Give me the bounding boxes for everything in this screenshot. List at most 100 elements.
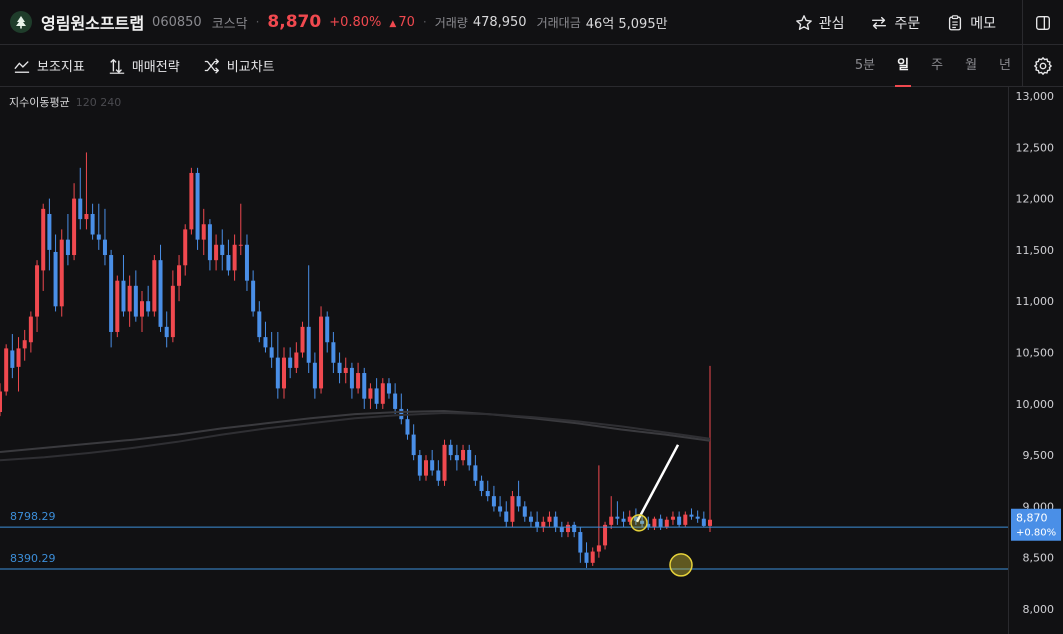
candle-body [0,391,2,413]
candle-body [708,519,712,526]
candle-body [356,373,361,389]
candle-body [183,229,188,266]
volume-value: 478,950 [472,14,527,30]
strategy-button[interactable]: 매매전략 [108,56,180,75]
trend-line-icon [14,60,30,73]
crossing-arrows-icon [204,57,219,74]
stock-name: 영림원소프트랩 [41,14,145,33]
candle-body [695,516,700,519]
chart-canvas[interactable]: 13,000 12,500 12,000 11,500 11,000 10,500 10,0… [0,87,1063,634]
candle-body [504,511,509,522]
y-tick-label: 11,000 [1016,295,1055,308]
period-selector: 5분 일 주 월 년 [833,45,1011,87]
cursor-highlight-circle [630,514,648,532]
candle-body [578,532,583,553]
stock-code: 060850 [152,14,202,30]
compare-button[interactable]: 비교차트 [203,56,275,75]
y-tick-label: 13,000 [1016,90,1055,103]
swap-arrows-icon [872,16,887,29]
watch-button[interactable]: 관심 [795,13,844,33]
candle-body [621,518,626,522]
candle-body [102,239,107,256]
candle-body [417,455,422,476]
candle-body [35,265,40,317]
star-icon [795,14,812,30]
up-down-arrows-icon [109,58,125,74]
candle-body [362,373,367,399]
y-tick-label: 10,500 [1016,347,1055,360]
candle-body [461,449,466,461]
indicator-name: 지수이동평균 [9,96,70,109]
company-logo-icon [10,11,32,33]
period-tab-week[interactable]: 주 [931,45,943,87]
candle-body [189,172,194,230]
candle-body [337,362,342,374]
y-tick-label: 12,000 [1016,193,1055,206]
candle-body [152,260,157,312]
candle-body [331,342,336,363]
candle-body [226,255,231,271]
chart-toolbar: 보조지표 매매전략 비교차트 5분 일 주 월 년 [0,45,1063,87]
candle-body [41,208,46,271]
y-tick-label: 8,500 [1023,552,1055,565]
candle-body [343,367,348,374]
candle-body [498,506,503,512]
candle-body [207,224,212,261]
candle-body [164,326,169,338]
candle-body [158,260,163,327]
candle-body [78,198,83,220]
candle-body [4,348,9,392]
cursor-highlight-circle [669,553,693,577]
candle-body [553,516,558,527]
candle-body [275,357,280,389]
indicator-legend[interactable]: 지수이동평균 120 240 [9,94,121,110]
candle-body [306,326,311,363]
level-label: 8390.29 [10,552,56,565]
candle-body [572,524,577,533]
candle-body [664,519,669,527]
candlestick-chart[interactable]: 13,000 12,500 12,000 11,500 11,000 10,500 10,0… [0,87,1063,634]
candle-body [541,521,546,527]
candle-body [424,460,428,476]
y-tick-label: 11,500 [1016,244,1055,257]
separator-dot: · [255,15,260,29]
candle-body [528,516,533,522]
candle-body [535,521,540,527]
header-actions: 관심 주문 메모 [795,0,1063,45]
indicators-button[interactable]: 보조지표 [13,56,85,75]
order-button[interactable]: 주문 [870,13,920,33]
price-tag-value: 8,870 [1016,512,1048,525]
chart-settings-button[interactable] [1022,45,1063,87]
price-tag-change: +0.80% [1016,528,1056,539]
period-tab-year[interactable]: 년 [999,45,1011,87]
stock-chart-app: 영림원소프트랩 060850 코스닥 · 8,870 +0.80% ▲ 70 · … [0,0,1063,634]
candle-body [214,244,219,261]
candle-body [559,526,564,533]
candle-body [522,506,527,517]
candle-body [312,362,317,389]
candle-body [251,280,256,312]
candle-body [109,255,114,332]
candle-body [670,516,675,520]
period-tab-5min[interactable]: 5분 [855,45,875,87]
candle-body [677,516,682,525]
period-tab-day[interactable]: 일 [895,45,912,87]
candle-body [603,524,608,546]
candle-body [349,367,354,389]
period-tab-month[interactable]: 월 [965,45,977,87]
indicator-params: 120 240 [75,96,122,109]
current-price: 8,870 [267,12,322,32]
candle-body [282,357,286,389]
candle-body [96,234,101,240]
current-price-tag: 8,870 +0.80% [1011,508,1061,541]
side-panel-toggle-button[interactable] [1022,0,1063,45]
candle-body [689,514,694,517]
y-tick-label: 10,000 [1016,398,1055,411]
candle-body [609,516,614,525]
candle-body [22,340,27,349]
candle-body [16,348,21,367]
level-label: 8798.29 [10,510,56,523]
clipboard-icon [949,14,962,30]
candle-body [491,496,496,507]
memo-button[interactable]: 메모 [946,13,996,33]
